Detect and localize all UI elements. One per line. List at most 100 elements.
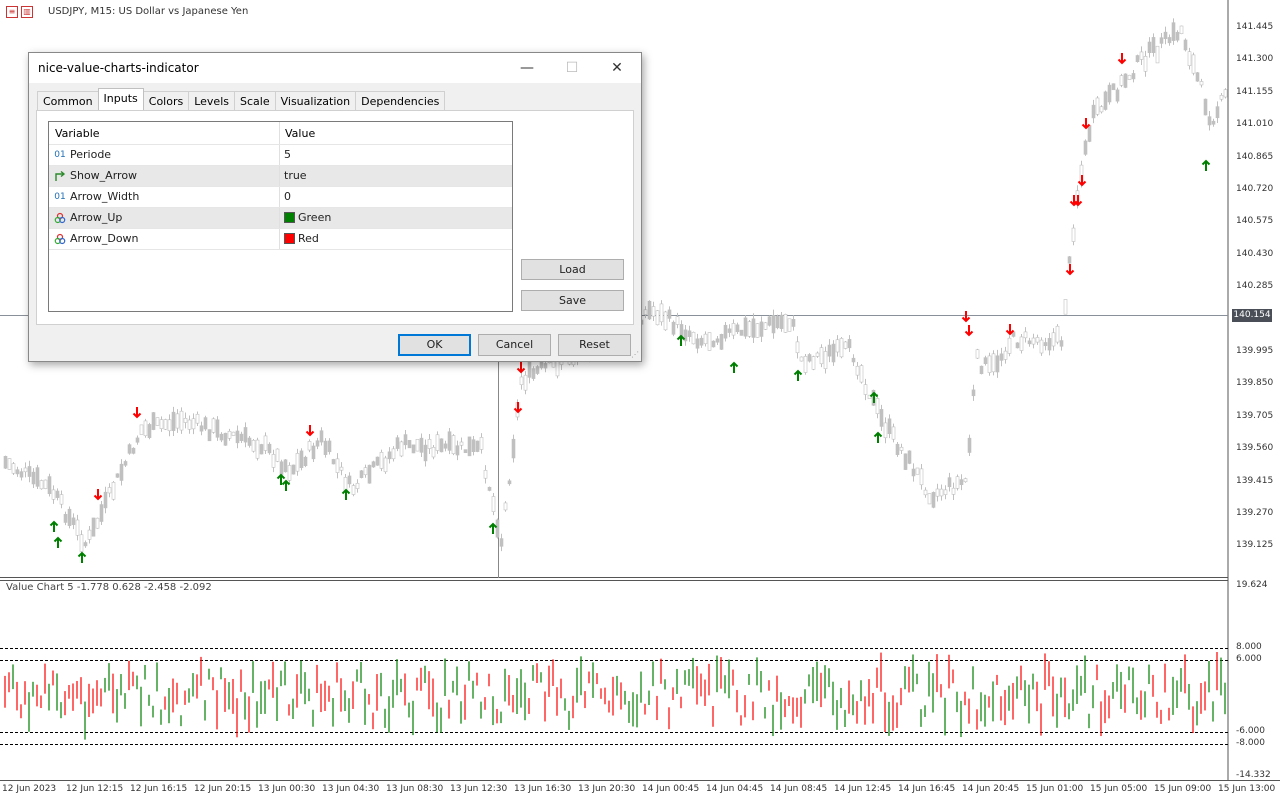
candle-body [199,425,204,432]
time-tick-label: 15 Jun 13:00 [1218,784,1276,794]
candle-body [255,439,260,459]
tab-inputs[interactable]: Inputs [97,88,144,110]
tab-common[interactable]: Common [37,91,99,110]
candle-body [803,356,808,373]
tab-colors[interactable]: Colors [142,91,190,110]
tab-dependencies[interactable]: Dependencies [355,91,446,110]
candle-body [459,441,464,446]
candle-body [131,447,136,454]
candle-body [1191,54,1196,74]
load-button[interactable]: Load [521,259,624,280]
value-column-header[interactable]: Value [285,127,315,140]
candle-body [59,494,64,505]
dialog-title: nice-value-charts-indicator [38,61,199,75]
level-tick-label: 8.000 [1236,642,1262,652]
subwindow-title: Value Chart 5 -1.778 0.628 -2.458 -2.092 [6,582,212,593]
candle-body [11,463,16,474]
candle-body [1127,74,1132,80]
candle-body [727,328,732,333]
candle-body [979,365,984,375]
tab-levels[interactable]: Levels [188,91,235,110]
price-tick-label: 140.285 [1236,281,1274,292]
input-row-arrow-width[interactable]: 01 Arrow_Width 0 [49,187,512,208]
time-tick-label: 14 Jun 12:45 [834,784,892,794]
candle-body [1067,256,1072,264]
candle-body [87,529,92,540]
boolean-icon [54,170,66,182]
time-tick-label: 13 Jun 00:30 [258,784,316,794]
candle-body [159,419,164,429]
candle-body [1119,75,1124,86]
tab-scale[interactable]: Scale [234,91,276,110]
candle-body [143,420,148,437]
candle-body [127,444,132,454]
candle-body [107,487,112,494]
candle-body [431,447,436,458]
candle-body [827,344,832,357]
candle-body [955,476,960,489]
candle-body [823,351,828,370]
input-value[interactable]: true [284,169,307,182]
candle-body [463,449,468,454]
input-row-show-arrow[interactable]: Show_Arrow true [49,166,512,187]
input-value[interactable]: 0 [284,190,291,203]
save-button[interactable]: Save [521,290,624,311]
candle-body [71,517,76,525]
candle-body [235,430,240,444]
candle-body [1003,350,1008,360]
input-value[interactable]: 5 [284,148,291,161]
candle-body [1143,56,1148,72]
candle-body [435,434,440,451]
candle-body [271,454,276,468]
candle-body [663,311,668,331]
candle-body [363,467,368,476]
minimize-button[interactable]: — [505,53,549,83]
ok-button[interactable]: OK [398,334,471,356]
chart-window-icons: ≡ ▥ [6,6,33,18]
candle-body [223,432,228,446]
candle-body [323,440,328,455]
candle-body [967,437,972,453]
time-tick-label: 13 Jun 08:30 [386,784,444,794]
candle-body [815,352,820,357]
input-row-periode[interactable]: 01 Periode 5 [49,145,512,166]
time-tick-label: 13 Jun 20:30 [578,784,636,794]
candle-body [811,356,816,370]
candle-body [475,440,480,452]
candle-body [499,538,504,547]
chart-menu-icon[interactable]: ≡ [6,6,18,18]
input-value[interactable]: Red [298,232,319,245]
dialog-tabs: Common Inputs Colors Levels Scale Visual… [37,88,446,110]
tab-visualization[interactable]: Visualization [274,91,357,110]
candle-body [1175,31,1180,41]
candle-body [1163,31,1168,40]
resize-grip-icon[interactable]: ⋰ [631,350,639,359]
candle-body [35,467,40,487]
candle-body [999,353,1004,361]
chart-type-icon[interactable]: ▥ [21,6,33,18]
variable-column-header[interactable]: Variable [55,127,100,140]
candle-body [415,439,420,452]
maximize-button[interactable]: ☐ [550,53,594,83]
candle-body [387,451,392,460]
cancel-button[interactable]: Cancel [478,334,551,356]
candle-body [707,332,712,351]
input-row-arrow-up[interactable]: Arrow_Up Green [49,208,512,229]
input-variable: Arrow_Width [70,190,140,203]
candle-body [403,434,408,446]
reset-button[interactable]: Reset [558,334,631,356]
input-value[interactable]: Green [298,211,331,224]
candle-body [275,448,280,462]
integer-icon: 01 [54,150,66,160]
input-row-arrow-down[interactable]: Arrow_Down Red [49,229,512,250]
candle-body [903,453,908,470]
candle-body [39,480,44,490]
candle-body [947,477,952,488]
candle-body [1159,37,1164,44]
candle-body [1107,84,1112,103]
close-button[interactable]: ✕ [595,53,639,83]
candle-body [647,300,652,320]
candle-body [851,357,856,363]
dialog-titlebar[interactable]: nice-value-charts-indicator — ☐ ✕ [29,53,641,83]
inputs-grid: Variable Value 01 Periode 5 Show_Arrow t… [48,121,513,312]
